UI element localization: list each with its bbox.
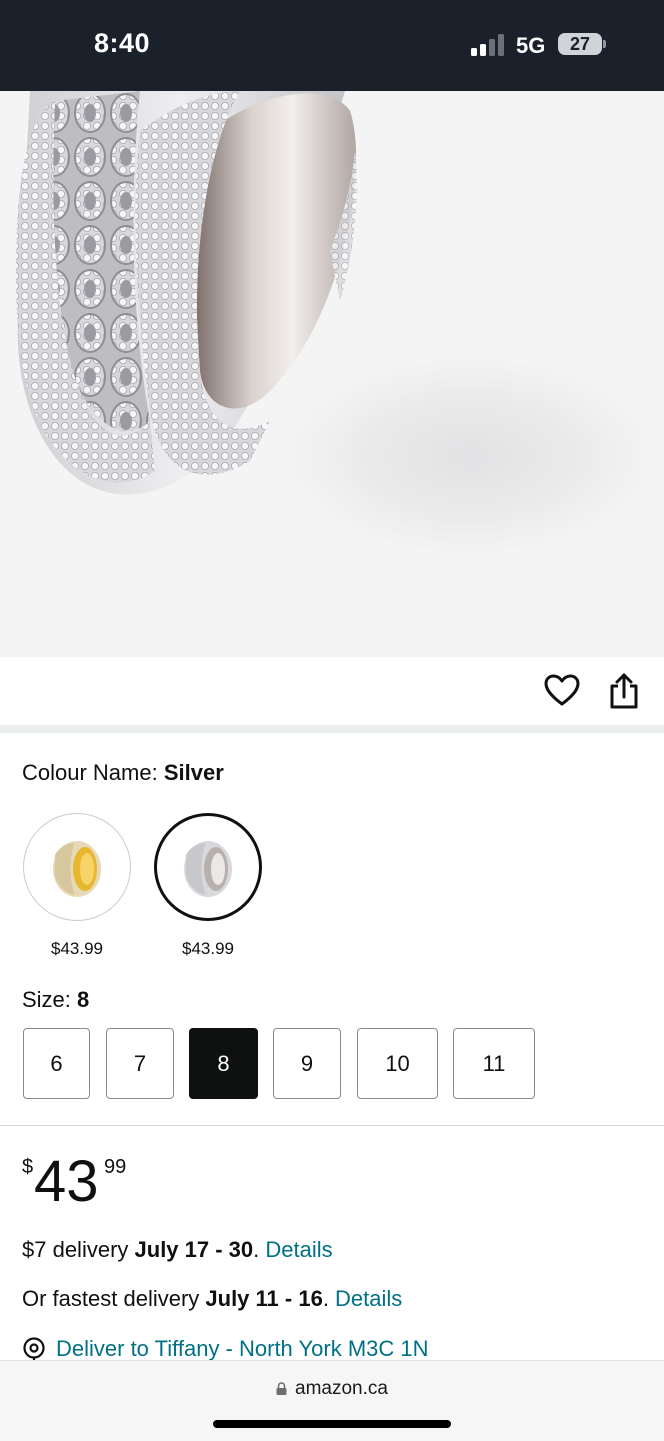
battery-level: 27 <box>569 34 591 54</box>
fastest-details-link[interactable]: Details <box>335 1286 402 1311</box>
delivery-details-link[interactable]: Details <box>265 1237 332 1262</box>
deliver-to-link[interactable]: Deliver to Tiffany - North York M3C 1N <box>56 1336 429 1362</box>
heart-icon <box>544 674 580 706</box>
gold-ring-thumbnail <box>53 841 101 897</box>
size-label-prefix: Size: <box>22 987 78 1012</box>
signal-icon <box>471 34 504 56</box>
size-option-6[interactable]: 6 <box>23 1028 90 1099</box>
silver-ring-thumbnail <box>184 841 232 897</box>
delivery-standard-prefix: $7 delivery <box>22 1237 135 1262</box>
colour-selected: Silver <box>163 760 224 785</box>
colour-swatch-gold[interactable] <box>23 813 131 921</box>
colour-label-prefix: Colour Name: <box>22 760 164 785</box>
network-label: 5G <box>516 33 546 58</box>
home-indicator[interactable] <box>213 1420 451 1428</box>
share-button[interactable] <box>604 671 644 711</box>
delivery-fastest-dates: July 11 - 16 <box>205 1286 323 1311</box>
size-option-7[interactable]: 7 <box>106 1028 174 1099</box>
colour-swatch-silver[interactable] <box>154 813 262 921</box>
status-time: 8:40 <box>94 28 151 58</box>
size-selected: 8 <box>77 987 90 1012</box>
battery-tip <box>603 40 606 48</box>
size-label: Size: 8 <box>22 987 89 1013</box>
colour-label: Colour Name: Silver <box>22 760 224 786</box>
price-fraction: 99 <box>104 1156 127 1178</box>
price-whole: 43 <box>34 1149 99 1214</box>
battery-icon: 27 <box>558 33 602 55</box>
swatch-price: $43.99 <box>182 939 234 958</box>
address-url-container[interactable]: amazon.ca <box>0 1378 664 1400</box>
delivery-standard-suffix: . <box>253 1237 266 1262</box>
product-image[interactable] <box>0 91 664 657</box>
location-pin-icon <box>23 1337 45 1362</box>
wishlist-button[interactable] <box>542 671 582 711</box>
size-option-8[interactable]: 8 <box>189 1028 258 1099</box>
delivery-fastest-suffix: . <box>322 1286 336 1311</box>
swatch-price: $43.99 <box>51 939 103 958</box>
size-option-9[interactable]: 9 <box>273 1028 341 1099</box>
delivery-fastest-prefix: Or fastest delivery <box>22 1286 206 1311</box>
product-actions <box>0 657 664 725</box>
share-icon <box>610 673 638 709</box>
delivery-standard-dates: July 17 - 30 <box>134 1237 254 1262</box>
delivery-fastest: Or fastest delivery July 11 - 16. Detail… <box>22 1286 402 1312</box>
ring-illustration <box>15 91 655 556</box>
lock-icon <box>276 1382 287 1395</box>
price-symbol: $ <box>22 1156 34 1178</box>
size-option-11[interactable]: 11 <box>453 1028 535 1099</box>
browser-address-bar: amazon.ca <box>0 1360 664 1441</box>
section-divider <box>0 725 664 733</box>
divider <box>0 1125 664 1126</box>
address-url: amazon.ca <box>295 1378 388 1399</box>
status-bar: 8:40 5G 27 <box>0 0 664 91</box>
delivery-standard: $7 delivery July 17 - 30. Details <box>22 1237 333 1263</box>
size-option-10[interactable]: 10 <box>357 1028 438 1099</box>
